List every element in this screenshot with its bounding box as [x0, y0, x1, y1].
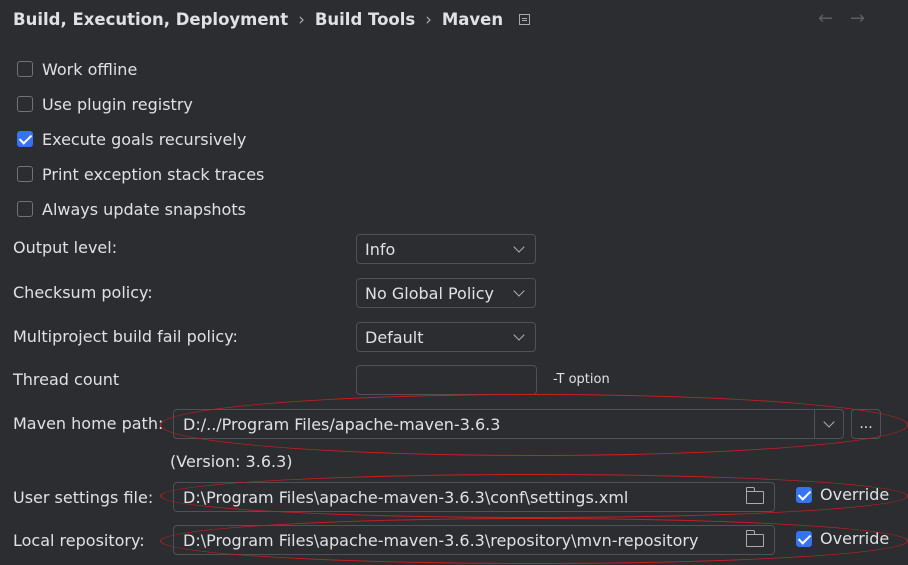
forward-arrow-icon[interactable]: →: [850, 8, 865, 29]
local-repository-value: D:\Program Files\apache-maven-3.6.3\repo…: [183, 530, 699, 550]
chevron-down-icon: [513, 329, 525, 341]
checkbox-label: Execute goals recursively: [42, 129, 247, 149]
thread-count-input[interactable]: [356, 365, 537, 395]
folder-icon[interactable]: [745, 529, 764, 547]
user-settings-field[interactable]: D:\Program Files\apache-maven-3.6.3\conf…: [173, 482, 775, 512]
breadcrumb: Build, Execution, Deployment › Build Too…: [13, 10, 531, 29]
checkbox-label: Always update snapshots: [42, 199, 246, 219]
local-repository-override-checkbox[interactable]: Override: [796, 529, 889, 548]
multiproject-policy-value: Default: [365, 327, 424, 347]
folder-icon[interactable]: [745, 486, 764, 504]
breadcrumb-item-maven: Maven: [441, 10, 504, 29]
breadcrumb-item-build-execution-deployment[interactable]: Build, Execution, Deployment: [13, 10, 288, 29]
output-level-select[interactable]: Info: [356, 234, 536, 264]
maven-home-path-value: D:/../Program Files/apache-maven-3.6.3: [183, 414, 501, 434]
checkbox-box[interactable]: [17, 166, 33, 182]
checkbox-box[interactable]: [796, 530, 812, 547]
local-repository-label: Local repository:: [13, 531, 145, 550]
thread-count-label: Thread count: [13, 370, 120, 389]
chevron-down-icon: [823, 416, 835, 428]
checksum-policy-select[interactable]: No Global Policy: [356, 278, 536, 308]
checkbox-box[interactable]: [17, 96, 33, 112]
work-offline-checkbox[interactable]: Work offline: [17, 58, 137, 80]
user-settings-value: D:\Program Files\apache-maven-3.6.3\conf…: [183, 487, 629, 507]
back-arrow-icon[interactable]: ←: [818, 8, 833, 29]
print-exception-stack-traces-checkbox[interactable]: Print exception stack traces: [17, 163, 264, 185]
chevron-down-icon: [513, 241, 525, 253]
browse-button[interactable]: ...: [851, 409, 881, 439]
maven-home-label: Maven home path:: [13, 414, 164, 433]
breadcrumb-separator: ›: [425, 10, 432, 29]
checkbox-label: Work offline: [42, 59, 138, 79]
checkbox-label: Print exception stack traces: [42, 164, 265, 184]
checkbox-box[interactable]: [17, 131, 33, 147]
maven-version-label: (Version: 3.6.3): [170, 452, 293, 471]
user-settings-override-checkbox[interactable]: Override: [796, 485, 889, 504]
chevron-down-icon: [513, 285, 525, 297]
maven-home-path-combo[interactable]: D:/../Program Files/apache-maven-3.6.3: [173, 409, 844, 439]
checksum-policy-label: Checksum policy:: [13, 283, 153, 302]
multiproject-policy-label: Multiproject build fail policy:: [13, 327, 238, 346]
override-label: Override: [820, 529, 890, 548]
output-level-value: Info: [365, 239, 396, 259]
thread-count-hint: -T option: [553, 372, 610, 387]
output-level-label: Output level:: [13, 238, 118, 257]
multiproject-policy-select[interactable]: Default: [356, 322, 536, 352]
breadcrumb-item-build-tools[interactable]: Build Tools: [315, 10, 415, 29]
settings-page-icon[interactable]: [519, 14, 531, 25]
checkbox-label: Use plugin registry: [42, 94, 193, 114]
checksum-policy-value: No Global Policy: [365, 283, 494, 303]
local-repository-field[interactable]: D:\Program Files\apache-maven-3.6.3\repo…: [173, 525, 775, 555]
execute-goals-recursively-checkbox[interactable]: Execute goals recursively: [17, 128, 246, 150]
breadcrumb-separator: ›: [298, 10, 305, 29]
override-label: Override: [820, 485, 890, 504]
maven-home-dropdown-button[interactable]: [814, 410, 843, 438]
checkbox-box[interactable]: [796, 486, 812, 503]
always-update-snapshots-checkbox[interactable]: Always update snapshots: [17, 198, 246, 220]
checkbox-box[interactable]: [17, 201, 33, 217]
checkbox-box[interactable]: [17, 61, 33, 77]
use-plugin-registry-checkbox[interactable]: Use plugin registry: [17, 93, 193, 115]
user-settings-label: User settings file:: [13, 488, 154, 507]
